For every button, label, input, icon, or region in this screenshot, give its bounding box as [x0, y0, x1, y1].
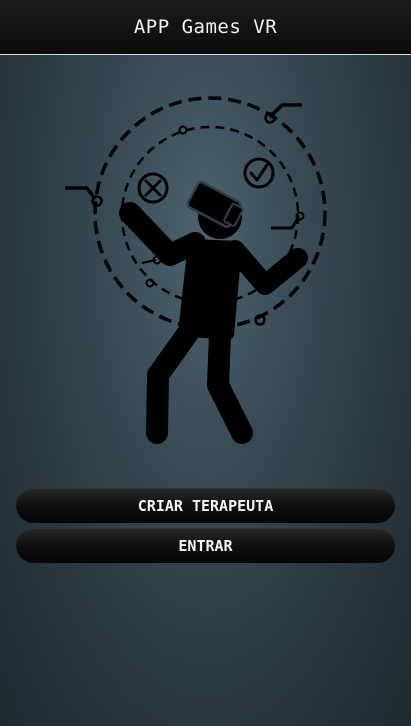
app-title: APP Games VR	[133, 16, 278, 38]
create-therapist-label: CRIAR TERAPEUTA	[137, 496, 274, 515]
create-therapist-button[interactable]: CRIAR TERAPEUTA	[16, 488, 395, 523]
enter-label: ENTRAR	[178, 536, 233, 555]
app-header: APP Games VR	[0, 0, 411, 55]
enter-button[interactable]: ENTRAR	[16, 528, 395, 563]
vr-player-juggling-icon	[65, 96, 327, 444]
